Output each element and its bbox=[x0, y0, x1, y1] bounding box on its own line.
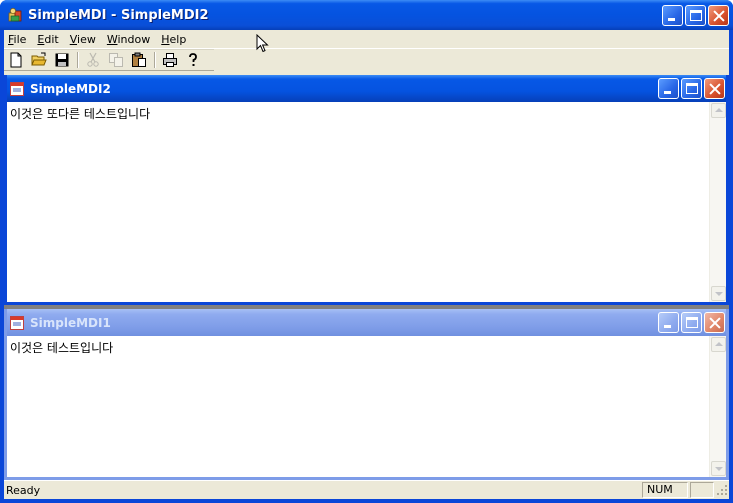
child-minimize-button[interactable] bbox=[658, 312, 679, 333]
mdi-client-area: SimpleMDI2 이것은 또다른 테스트입니다 SimpleMDI1 이것은… bbox=[4, 75, 729, 480]
child-close-button[interactable] bbox=[704, 78, 725, 99]
app-minimize-button[interactable] bbox=[662, 5, 683, 26]
child-title: SimpleMDI1 bbox=[30, 315, 111, 330]
minimize-icon bbox=[668, 18, 675, 21]
child-caption-buttons bbox=[658, 312, 725, 333]
child-close-button[interactable] bbox=[704, 312, 725, 333]
menu-file[interactable]: File bbox=[4, 33, 33, 46]
child-maximize-button[interactable] bbox=[681, 312, 702, 333]
scroll-up-button[interactable] bbox=[711, 337, 726, 352]
vertical-scrollbar[interactable] bbox=[709, 336, 726, 477]
app-maximize-button[interactable] bbox=[685, 5, 706, 26]
child-text: 이것은 또다른 테스트입니다 bbox=[10, 107, 151, 121]
maximize-icon bbox=[686, 83, 698, 94]
status-empty-panel bbox=[690, 482, 714, 498]
child-title: SimpleMDI2 bbox=[30, 81, 111, 96]
toolbar-separator bbox=[154, 52, 156, 68]
cut-scissors-icon[interactable] bbox=[85, 52, 101, 68]
child-minimize-button[interactable] bbox=[658, 78, 679, 99]
minimize-icon bbox=[664, 91, 671, 94]
menu-help[interactable]: Help bbox=[157, 33, 193, 46]
scroll-down-button[interactable] bbox=[711, 461, 726, 476]
scroll-up-button[interactable] bbox=[711, 103, 726, 118]
document-icon[interactable] bbox=[10, 81, 24, 96]
close-icon bbox=[709, 6, 728, 25]
child-text: 이것은 테스트입니다 bbox=[10, 341, 114, 355]
minimize-icon bbox=[664, 325, 671, 328]
app-client: File Edit View Window Help SimpleMDI2 이것… bbox=[4, 30, 729, 499]
close-icon bbox=[705, 313, 724, 332]
menu-window[interactable]: Window bbox=[103, 33, 157, 46]
status-num-indicator: NUM bbox=[642, 482, 688, 498]
new-document-icon[interactable] bbox=[8, 52, 24, 68]
help-question-icon[interactable] bbox=[185, 52, 201, 68]
app-close-button[interactable] bbox=[708, 5, 729, 26]
child-content[interactable]: 이것은 또다른 테스트입니다 bbox=[7, 102, 726, 302]
child-titlebar[interactable]: SimpleMDI1 bbox=[7, 309, 726, 336]
app-caption-buttons bbox=[662, 5, 729, 26]
menu-edit[interactable]: Edit bbox=[33, 33, 65, 46]
paste-clipboard-icon[interactable] bbox=[131, 52, 147, 68]
copy-icon[interactable] bbox=[108, 52, 124, 68]
save-disk-icon[interactable] bbox=[54, 52, 70, 68]
app-title: SimpleMDI - SimpleMDI2 bbox=[28, 7, 209, 23]
child-caption-buttons bbox=[658, 78, 725, 99]
maximize-icon bbox=[686, 317, 698, 328]
status-text: Ready bbox=[6, 483, 41, 497]
maximize-icon bbox=[690, 10, 702, 21]
print-icon[interactable] bbox=[162, 52, 178, 68]
child-window-simplemdi2[interactable]: SimpleMDI2 이것은 또다른 테스트입니다 bbox=[4, 75, 729, 305]
app-window: SimpleMDI - SimpleMDI2 File Edit View Wi… bbox=[0, 0, 733, 503]
child-maximize-button[interactable] bbox=[681, 78, 702, 99]
resize-grip-icon[interactable] bbox=[716, 484, 728, 496]
menu-view[interactable]: View bbox=[66, 33, 103, 46]
menubar: File Edit View Window Help bbox=[4, 30, 729, 49]
child-titlebar[interactable]: SimpleMDI2 bbox=[7, 75, 726, 102]
app-titlebar[interactable]: SimpleMDI - SimpleMDI2 bbox=[0, 0, 733, 30]
document-icon[interactable] bbox=[10, 315, 24, 330]
close-icon bbox=[705, 79, 724, 98]
statusbar: Ready NUM bbox=[4, 480, 729, 499]
toolbar bbox=[4, 49, 214, 71]
child-content[interactable]: 이것은 테스트입니다 bbox=[7, 336, 726, 477]
app-icon[interactable] bbox=[7, 7, 23, 23]
open-folder-icon[interactable] bbox=[31, 52, 47, 68]
mouse-cursor-icon bbox=[256, 34, 269, 53]
child-window-simplemdi1[interactable]: SimpleMDI1 이것은 테스트입니다 bbox=[4, 309, 729, 480]
vertical-scrollbar[interactable] bbox=[709, 102, 726, 302]
toolbar-separator bbox=[77, 52, 79, 68]
scroll-down-button[interactable] bbox=[711, 286, 726, 301]
